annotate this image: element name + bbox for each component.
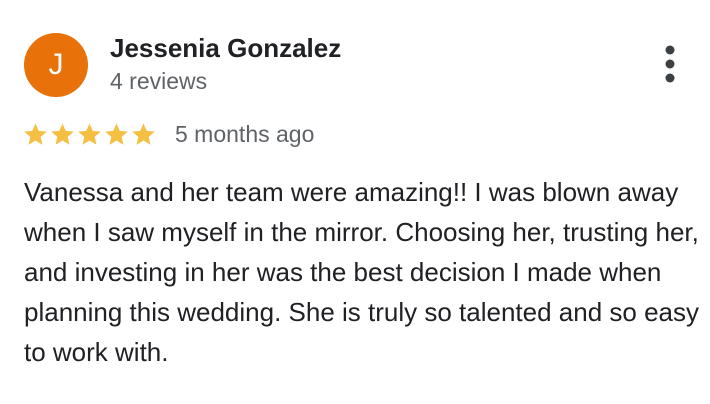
review-card: J Jessenia Gonzalez 4 reviews 5 months a… <box>0 0 710 404</box>
avatar-initial: J <box>48 48 64 81</box>
star-icon <box>105 122 128 145</box>
avatar[interactable]: J <box>24 33 88 97</box>
star-rating <box>22 121 157 148</box>
star-icon <box>51 122 74 145</box>
review-text: Vanessa and her team were amazing!! I wa… <box>24 177 699 367</box>
star-icon <box>24 122 47 145</box>
review-count: 4 reviews <box>110 68 208 94</box>
more-options-button[interactable] <box>650 40 690 88</box>
star-icon <box>132 122 155 145</box>
rating-row: 5 months ago <box>22 118 314 150</box>
review-date: 5 months ago <box>175 120 315 147</box>
reviewer-name[interactable]: Jessenia Gonzalez <box>110 33 341 63</box>
more-vert-icon <box>665 45 675 83</box>
star-icon <box>78 122 101 145</box>
